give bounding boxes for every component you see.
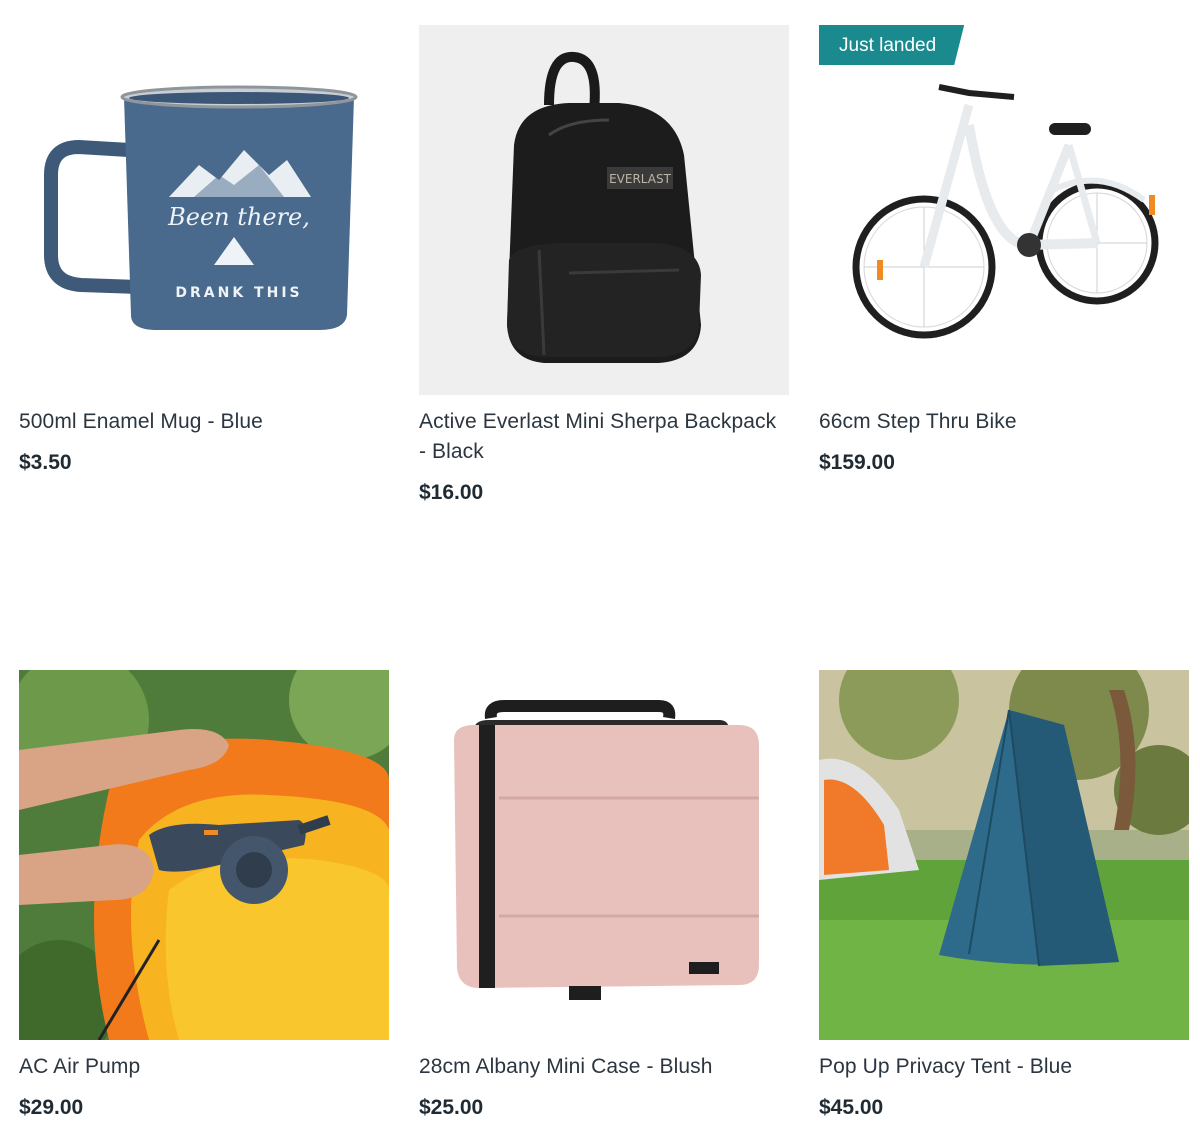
product-title[interactable]: 66cm Step Thru Bike	[819, 407, 1189, 437]
just-landed-badge: Just landed	[819, 25, 964, 65]
air-pump-image[interactable]	[19, 670, 389, 1040]
tent-image[interactable]	[819, 670, 1189, 1040]
mug-print-line1: Been there,	[167, 203, 310, 231]
mini-case-image[interactable]	[419, 670, 789, 1040]
product-price: $29.00	[19, 1096, 84, 1119]
product-price: $25.00	[419, 1096, 484, 1119]
mug-print-line2: DRANK THIS	[175, 285, 302, 301]
product-title[interactable]: 28cm Albany Mini Case - Blush	[419, 1052, 789, 1082]
product-title[interactable]: Pop Up Privacy Tent - Blue	[819, 1052, 1189, 1082]
product-price: $16.00	[419, 481, 484, 504]
product-title[interactable]: AC Air Pump	[19, 1052, 389, 1082]
enamel-mug-image[interactable]: Been there, DRANK THIS	[19, 25, 389, 395]
product-price: $159.00	[819, 451, 895, 474]
backpack-image[interactable]: EVERLAST	[419, 25, 789, 395]
product-title[interactable]: 500ml Enamel Mug - Blue	[19, 407, 389, 437]
product-price: $3.50	[19, 451, 72, 474]
bike-image[interactable]	[819, 25, 1189, 395]
product-price: $45.00	[819, 1096, 884, 1119]
product-title[interactable]: Active Everlast Mini Sherpa Backpack - B…	[419, 407, 789, 467]
backpack-brand-label: EVERLAST	[609, 172, 671, 186]
